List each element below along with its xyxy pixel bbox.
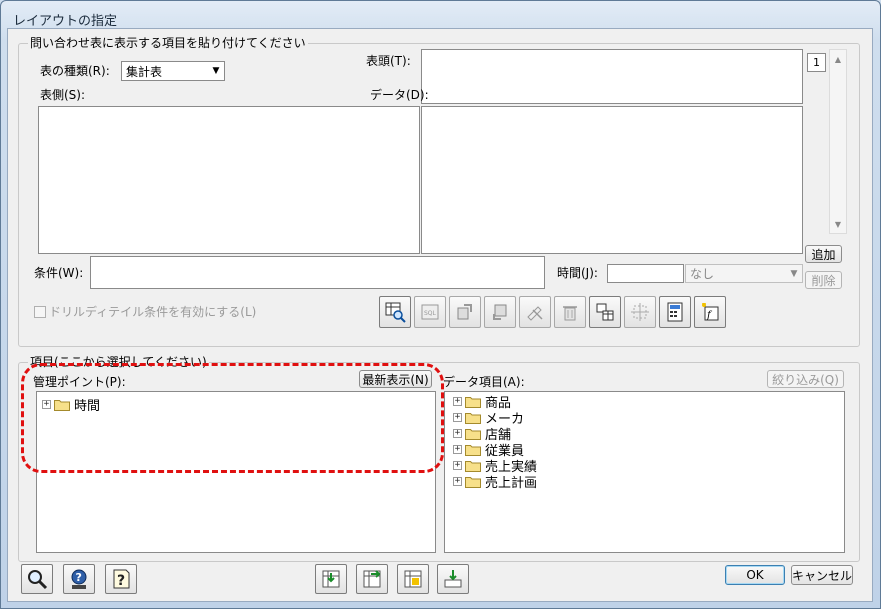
expand-icon[interactable]: + xyxy=(453,444,462,454)
data-drop-area[interactable] xyxy=(421,106,803,254)
expand-icon[interactable]: + xyxy=(42,399,51,409)
data-items-label: データ項目(A): xyxy=(443,375,525,389)
clear-icon[interactable] xyxy=(519,296,551,328)
management-label: 管理ポイント(P): xyxy=(33,375,126,389)
paste-group-legend: 問い合わせ表に表示する項目を貼り付けてください xyxy=(28,36,308,50)
side-drop-area[interactable] xyxy=(38,106,420,254)
drill-detail-checkbox-row[interactable]: ドリルディテイル条件を有効にする(L) xyxy=(34,303,256,320)
tree-node-label: 売上計画 xyxy=(485,475,538,491)
expand-icon[interactable]: + xyxy=(453,412,462,422)
narrow-button[interactable]: 絞り込み(Q) xyxy=(767,370,844,388)
table-type-label: 表の種類(R): xyxy=(40,64,110,78)
refresh-button[interactable]: 最新表示(N) xyxy=(359,370,432,388)
search-icon[interactable] xyxy=(21,564,53,594)
layout-icon[interactable] xyxy=(589,296,621,328)
data-label: データ(D): xyxy=(370,88,429,102)
add-to-data-icon[interactable] xyxy=(397,564,429,594)
folder-icon xyxy=(465,428,481,440)
svg-text:?: ? xyxy=(117,573,125,589)
tree-node-time[interactable]: + 時間 xyxy=(42,396,101,414)
table-type-select[interactable]: 集計表 ▼ xyxy=(121,61,225,81)
window-title: レイアウトの指定 xyxy=(13,14,118,29)
drill-detail-checkbox[interactable] xyxy=(34,305,46,318)
help-icon[interactable]: ? xyxy=(105,564,137,594)
management-tree[interactable]: + 時間 xyxy=(36,391,436,553)
page-number: 1 xyxy=(807,53,826,72)
paste-icon[interactable] xyxy=(484,296,516,328)
move-icon[interactable] xyxy=(624,296,656,328)
page-scrollbar[interactable]: ▲ ▼ xyxy=(829,49,847,234)
ok-button[interactable]: OK xyxy=(725,565,785,585)
chevron-down-icon: ▼ xyxy=(212,66,220,76)
header-drop-area[interactable] xyxy=(421,49,803,104)
folder-icon xyxy=(54,399,70,411)
cancel-button[interactable]: キャンセル xyxy=(791,565,853,585)
items-group-legend: 項目(ここから選択してください) xyxy=(28,355,209,369)
time-select[interactable]: なし ▼ xyxy=(685,264,803,283)
time-input[interactable] xyxy=(607,264,684,283)
tree-node-label: 時間 xyxy=(74,398,101,414)
data-tree-items: + 商品 + メーカ + 店舗 + 従業員 + 売上実績 + 売上計画 xyxy=(453,393,538,491)
time-select-value: なし xyxy=(690,267,715,281)
expand-icon[interactable]: + xyxy=(453,396,462,406)
add-to-header-icon[interactable] xyxy=(356,564,388,594)
condition-label: 条件(W): xyxy=(34,266,84,280)
layout-toolbar: SQL f xyxy=(379,296,726,328)
data-items-tree[interactable]: + 商品 + メーカ + 店舗 + 従業員 + 売上実績 + 売上計画 xyxy=(444,391,845,553)
folder-icon xyxy=(465,460,481,472)
sql-icon[interactable]: SQL xyxy=(414,296,446,328)
user-help-icon[interactable]: ? xyxy=(63,564,95,594)
time-label: 時間(J): xyxy=(557,266,598,280)
calculator-icon[interactable] xyxy=(659,296,691,328)
side-label: 表側(S): xyxy=(40,88,86,102)
expand-icon[interactable]: + xyxy=(453,428,462,438)
expand-icon[interactable]: + xyxy=(453,460,462,470)
scroll-up-icon[interactable]: ▲ xyxy=(830,55,846,64)
add-to-condition-icon[interactable] xyxy=(437,564,469,594)
svg-text:SQL: SQL xyxy=(424,310,437,317)
chevron-down-icon: ▼ xyxy=(790,268,798,279)
header-label: 表頭(T): xyxy=(366,54,411,68)
scroll-down-icon[interactable]: ▼ xyxy=(830,220,846,229)
function-icon[interactable]: f xyxy=(694,296,726,328)
add-to-side-icon[interactable] xyxy=(315,564,347,594)
expand-icon[interactable]: + xyxy=(453,476,462,486)
tree-node-sales-plan[interactable]: + 売上計画 xyxy=(453,473,538,491)
condition-input[interactable] xyxy=(90,256,545,289)
copy-icon[interactable] xyxy=(449,296,481,328)
trash-icon[interactable] xyxy=(554,296,586,328)
folder-icon xyxy=(465,476,481,488)
svg-text:?: ? xyxy=(76,571,82,584)
folder-icon xyxy=(465,396,481,408)
delete-button[interactable]: 削除 xyxy=(805,271,842,289)
management-tree-items: + 時間 xyxy=(42,396,101,414)
table-type-value: 集計表 xyxy=(126,64,163,79)
preview-icon[interactable] xyxy=(379,296,411,328)
folder-icon xyxy=(465,412,481,424)
drill-detail-label: ドリルディテイル条件を有効にする(L) xyxy=(49,305,257,319)
folder-icon xyxy=(465,444,481,456)
add-button[interactable]: 追加 xyxy=(805,245,842,263)
